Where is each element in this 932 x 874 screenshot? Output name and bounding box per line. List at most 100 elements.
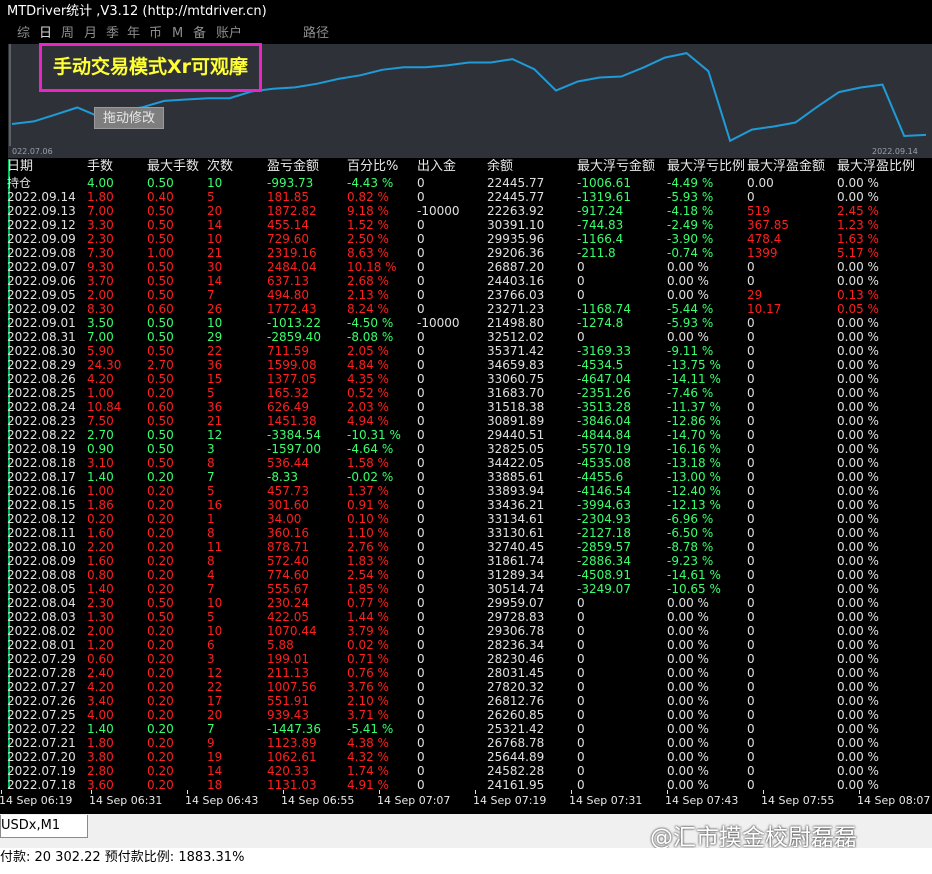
cell-1: 2.80 xyxy=(87,764,114,778)
cell-9: -13.75 % xyxy=(667,358,721,372)
cell-3: 15 xyxy=(207,372,223,386)
cell-0: 持仓 xyxy=(7,176,32,190)
cell-8: -3994.63 xyxy=(577,498,631,512)
cell-11: 0.00 % xyxy=(837,442,879,456)
cell-9: 0.00 % xyxy=(667,596,709,610)
cell-4: 181.85 xyxy=(267,190,309,204)
cell-2: 0.50 xyxy=(147,372,174,386)
cell-4: 165.32 xyxy=(267,386,309,400)
cell-6: 0 xyxy=(417,526,425,540)
cell-1: 2.20 xyxy=(87,540,114,554)
cell-3: 10 xyxy=(207,624,223,638)
cell-1: 1.60 xyxy=(87,554,114,568)
tab-10[interactable]: 路径 xyxy=(303,25,329,43)
cell-10: 0 xyxy=(747,190,755,204)
cell-10: 0 xyxy=(747,680,755,694)
time-tick-label: 14 Sep 07:31 xyxy=(569,794,643,807)
cell-6: 0 xyxy=(417,652,425,666)
cell-7: 33885.61 xyxy=(487,470,545,484)
cell-6: 0 xyxy=(417,512,425,526)
cell-1: 7.00 xyxy=(87,204,114,218)
cell-8: -4535.08 xyxy=(577,456,631,470)
cell-0: 2022.09.01 xyxy=(7,316,76,330)
cell-10: 0 xyxy=(747,470,755,484)
cell-2: 0.50 xyxy=(147,442,174,456)
cell-8: -4508.91 xyxy=(577,568,631,582)
cell-11: 0.00 % xyxy=(837,610,879,624)
cell-7: 23271.23 xyxy=(487,302,545,316)
tab-2[interactable]: 周 xyxy=(61,25,74,43)
cell-10: 0 xyxy=(747,764,755,778)
tab-3[interactable]: 月 xyxy=(84,25,97,43)
cell-0: 2022.08.04 xyxy=(7,596,76,610)
cell-7: 24403.16 xyxy=(487,274,545,288)
cell-8: 0 xyxy=(577,610,585,624)
cell-0: 2022.09.08 xyxy=(7,246,76,260)
header-2: 最大手数 xyxy=(147,159,200,174)
time-tick-label: 14 Sep 06:55 xyxy=(281,794,355,807)
cell-8: 0 xyxy=(577,708,585,722)
cell-7: 22445.77 xyxy=(487,176,545,190)
cell-10: 0 xyxy=(747,624,755,638)
symbol-tab[interactable]: USDx,M1 xyxy=(0,815,88,838)
cell-1: 7.00 xyxy=(87,330,114,344)
tab-9[interactable]: 账户 xyxy=(216,25,242,43)
tab-7[interactable]: M xyxy=(172,25,183,43)
cell-3: 9 xyxy=(207,736,215,750)
cell-8: -2351.26 xyxy=(577,386,631,400)
cell-11: 0.00 % xyxy=(837,512,879,526)
cell-8: -2304.93 xyxy=(577,512,631,526)
cell-4: 420.33 xyxy=(267,764,309,778)
cell-5: 4.91 % xyxy=(347,778,389,789)
cell-3: 14 xyxy=(207,274,223,288)
cell-7: 28031.45 xyxy=(487,666,545,680)
cell-10: 0 xyxy=(747,568,755,582)
table-row: 2022.08.31 7.00 0.50 29 -2859.40 -8.08 % 0 3251… xyxy=(0,330,932,344)
cell-11: 0.00 % xyxy=(837,554,879,568)
table-row: 2022.08.17 1.40 0.20 7 -8.33 -0.02 % 0 33885.61… xyxy=(0,470,932,484)
cell-3: 36 xyxy=(207,358,223,372)
cell-0: 2022.08.05 xyxy=(7,582,76,596)
cell-11: 0.00 % xyxy=(837,526,879,540)
cell-11: 0.00 % xyxy=(837,386,879,400)
cell-8: -4534.5 xyxy=(577,358,624,372)
cell-8: -2859.57 xyxy=(577,540,631,554)
cell-5: 2.54 % xyxy=(347,568,389,582)
cell-5: 1.44 % xyxy=(347,610,389,624)
cell-1: 2.30 xyxy=(87,232,114,246)
tab-6[interactable]: 币 xyxy=(149,25,162,43)
cell-0: 2022.09.06 xyxy=(7,274,76,288)
cell-4: 1131.03 xyxy=(267,778,317,789)
cell-8: -2127.18 xyxy=(577,526,631,540)
cell-8: -1006.61 xyxy=(577,176,631,190)
cell-4: 494.80 xyxy=(267,288,309,302)
cell-9: -5.93 % xyxy=(667,316,714,330)
cell-9: -5.93 % xyxy=(667,190,714,204)
cell-6: 0 xyxy=(417,344,425,358)
cell-9: -8.78 % xyxy=(667,540,714,554)
tab-5[interactable]: 年 xyxy=(127,25,140,43)
table-row: 2022.08.10 2.20 0.20 11 878.71 2.76 % 0 32740.4… xyxy=(0,540,932,554)
cell-9: -9.23 % xyxy=(667,554,714,568)
tab-0[interactable]: 综 xyxy=(17,25,30,43)
tab-4[interactable]: 季 xyxy=(106,25,119,43)
cell-9: 0.00 % xyxy=(667,638,709,652)
cell-6: 0 xyxy=(417,610,425,624)
cell-11: 0.00 % xyxy=(837,778,879,789)
header-4: 盈亏金额 xyxy=(267,159,320,174)
symbol-tab-bar: USDx,M1 @汇市摸金校尉磊磊 xyxy=(0,814,932,851)
cell-2: 0.20 xyxy=(147,722,174,736)
tab-8[interactable]: 备 xyxy=(193,25,206,43)
drag-modify-button[interactable]: 拖动修改 xyxy=(94,107,164,129)
cell-10: 0 xyxy=(747,442,755,456)
cell-4: 939.43 xyxy=(267,708,309,722)
cell-2: 0.20 xyxy=(147,498,174,512)
cell-1: 24.30 xyxy=(87,358,122,372)
cell-3: 4 xyxy=(207,568,215,582)
cell-2: 0.50 xyxy=(147,204,174,218)
tab-1[interactable]: 日 xyxy=(39,25,52,43)
cell-10: 0 xyxy=(747,428,755,442)
cell-1: 3.80 xyxy=(87,750,114,764)
cell-8: -1166.4 xyxy=(577,232,624,246)
cell-3: 36 xyxy=(207,400,223,414)
